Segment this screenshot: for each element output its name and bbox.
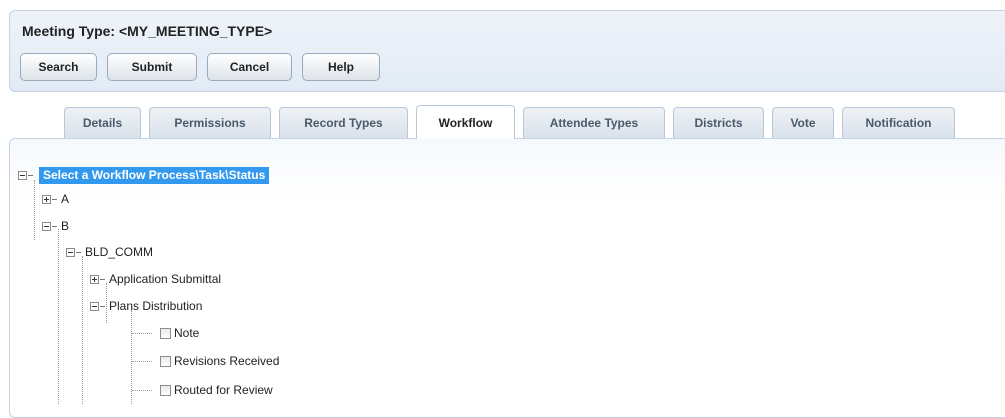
status-label[interactable]: Revisions Received [174, 354, 279, 368]
collapse-icon[interactable] [18, 170, 27, 180]
tab-districts[interactable]: Districts [673, 107, 764, 138]
tree-guide-line [34, 180, 35, 240]
action-toolbar: Search Submit Cancel Help [20, 53, 390, 81]
tree-connector [28, 174, 33, 176]
tree-node-application-submittal[interactable]: Application Submittal [90, 271, 221, 287]
tree-node-b[interactable]: B [42, 218, 69, 234]
header-panel: Meeting Type: <MY_MEETING_TYPE> Search S… [9, 10, 1005, 92]
tree-node-a[interactable]: A [42, 191, 69, 207]
tree-guide-line [132, 333, 152, 334]
tree-connector [100, 278, 105, 280]
status-label[interactable]: Note [174, 326, 199, 340]
tree-node-label[interactable]: A [61, 192, 69, 206]
tab-notification[interactable]: Notification [842, 107, 955, 138]
collapse-icon[interactable] [90, 301, 99, 311]
tab-vote[interactable]: Vote [772, 107, 834, 138]
status-checkbox[interactable] [160, 384, 171, 396]
tree-connector [52, 198, 57, 200]
help-button[interactable]: Help [302, 53, 380, 81]
status-item-revisions-received[interactable]: Revisions Received [160, 353, 279, 369]
search-button[interactable]: Search [20, 53, 97, 81]
expand-icon[interactable] [42, 194, 51, 204]
status-checkbox[interactable] [160, 355, 171, 367]
status-item-note[interactable]: Note [160, 325, 199, 341]
tab-workflow[interactable]: Workflow [416, 105, 515, 139]
status-label[interactable]: Routed for Review [174, 383, 273, 397]
tree-connector [76, 251, 81, 253]
tree-guide-line [132, 390, 152, 391]
collapse-icon[interactable] [42, 221, 51, 231]
submit-button[interactable]: Submit [107, 53, 197, 81]
cancel-button[interactable]: Cancel [207, 53, 292, 81]
tree-node-label[interactable]: BLD_COMM [85, 245, 153, 259]
page-title: Meeting Type: <MY_MEETING_TYPE> [22, 23, 273, 39]
tab-attendee-types[interactable]: Attendee Types [523, 107, 665, 138]
tree-node-label[interactable]: Application Submittal [109, 272, 221, 286]
tab-permissions[interactable]: Permissions [149, 107, 271, 138]
tree-node-label[interactable]: B [61, 219, 69, 233]
tree-root-node[interactable]: Select a Workflow Process\Task\Status [18, 166, 270, 184]
tree-guide-line [82, 256, 83, 404]
tree-connector [100, 305, 105, 307]
tree-node-plans-distribution[interactable]: Plans Distribution [90, 298, 202, 314]
tree-guide-line [132, 361, 152, 362]
status-item-routed-for-review[interactable]: Routed for Review [160, 382, 273, 398]
status-checkbox[interactable] [160, 327, 171, 339]
tree-guide-line [58, 229, 59, 404]
collapse-icon[interactable] [66, 247, 75, 257]
tree-node-bld-comm[interactable]: BLD_COMM [66, 244, 153, 260]
tree-node-label[interactable]: Plans Distribution [109, 299, 202, 313]
tab-record-types[interactable]: Record Types [279, 107, 408, 138]
expand-icon[interactable] [90, 274, 99, 284]
tree-root-label[interactable]: Select a Workflow Process\Task\Status [39, 166, 270, 184]
tree-connector [52, 225, 57, 227]
tab-details[interactable]: Details [64, 107, 141, 138]
